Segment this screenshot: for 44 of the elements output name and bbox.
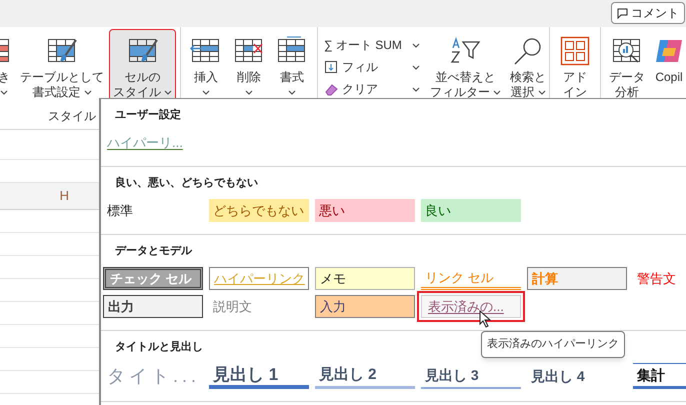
ribbon-small-button[interactable]: ∑ オート SUM [324,36,420,54]
style-option[interactable]: 警告文 [633,267,686,290]
ribbon-button[interactable]: 並べ替えと フィルター [427,30,504,101]
style-option[interactable]: 見出し 2 [315,363,415,389]
section-title: 良い、悪い、どちらでもない [115,176,258,191]
ribbon-button[interactable]: 検索と 選択 [507,30,549,101]
style-option[interactable]: 見出し 1 [209,363,309,389]
mouse-pointer-icon [479,310,493,328]
style-option[interactable]: 説明文 [209,295,309,318]
ribbon-button[interactable]: 削除 [229,30,269,101]
caret-icon [412,64,420,70]
style-option[interactable]: 出力 [103,295,203,318]
section-title: データとモデル [115,244,192,259]
comment-button[interactable]: コメント [611,2,685,24]
caret-icon [412,42,420,48]
section-title: ユーザー設定 [115,108,181,123]
ribbon-small-button[interactable]: クリア [324,80,420,98]
ribbon-button[interactable]: き [0,30,14,101]
style-option[interactable]: 悪い [315,199,415,222]
style-option[interactable]: どちらでもない [209,199,309,222]
style-option[interactable]: 入力 [315,295,415,318]
style-option[interactable]: 集計 [633,363,686,389]
ribbon-button[interactable]: 書式 [272,30,312,101]
style-option[interactable]: 表示済みの... [421,295,521,318]
fill-down-icon [324,60,338,74]
ribbon-button[interactable]: セルの スタイル [110,30,175,101]
style-option[interactable]: 標準 [103,199,203,222]
add-ins-icon [558,36,592,66]
comment-icon [617,8,628,18]
section-title: タイトルと見出し [115,340,203,355]
ribbon-button[interactable]: データ 分析 [606,30,648,101]
eraser-icon [324,82,338,96]
style-option[interactable]: 見出し 4 [527,363,627,389]
caret-icon [412,86,420,92]
style-option[interactable]: メモ [315,267,415,290]
ribbon-button[interactable]: アド イン [555,30,595,101]
ribbon-button[interactable]: テーブルとして 書式設定 [17,30,107,101]
ribbon-button[interactable]: 挿入 [186,30,226,101]
group-label: スタイル [48,108,96,125]
style-option[interactable]: 良い [421,199,521,222]
style-option[interactable]: 見出し 3 [421,363,521,389]
tooltip: 表示済みのハイパーリンク [481,331,625,358]
ribbon-small-button[interactable]: フィル [324,58,420,76]
column-header: H [60,187,69,206]
